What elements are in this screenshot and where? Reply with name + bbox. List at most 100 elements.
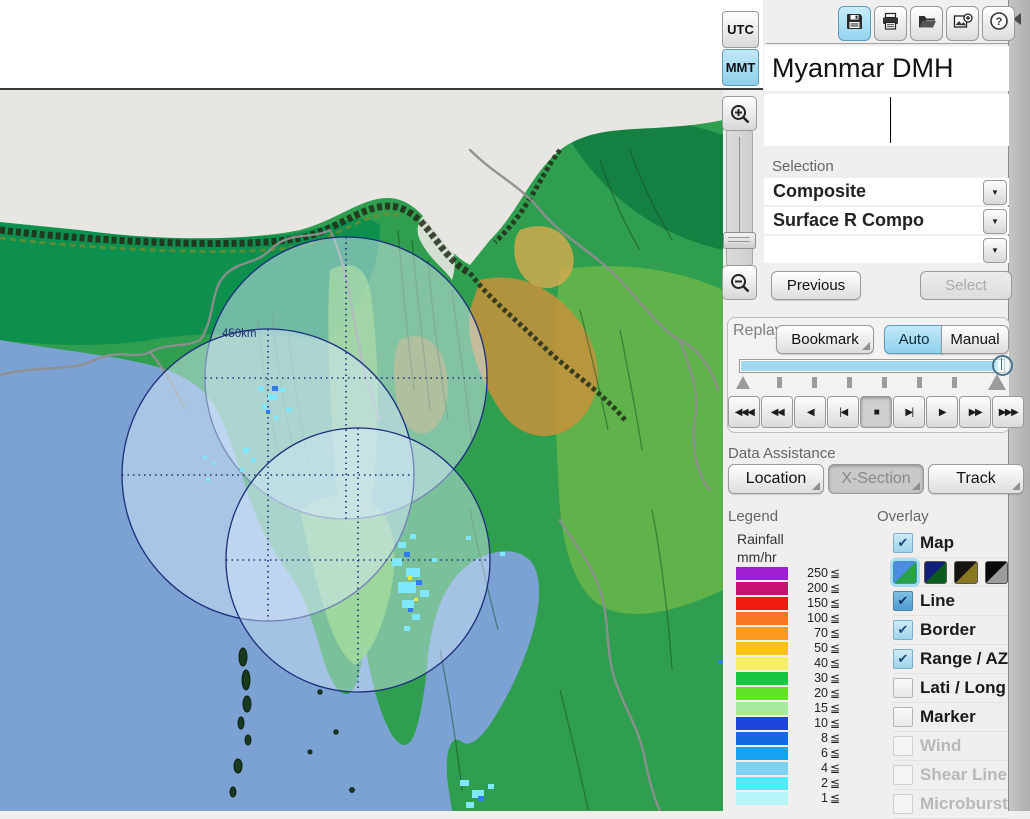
checkbox-checked[interactable]: ✔ [893, 591, 913, 611]
zoom-out-button[interactable] [722, 265, 757, 300]
header [0, 0, 763, 90]
overlay-item-label: Microburst [920, 794, 1008, 813]
svg-text:?: ? [995, 16, 1002, 28]
location-button[interactable]: Location [728, 464, 824, 494]
legend-value: 4 [821, 761, 828, 775]
checkbox[interactable] [893, 765, 913, 785]
zoom-in-button[interactable] [722, 96, 757, 131]
legend-row: 2 ≦ [736, 776, 840, 791]
timezone-mmt-button[interactable]: MMT [722, 49, 759, 86]
range-start-marker[interactable] [736, 376, 750, 389]
selection-dropdown-1[interactable]: Composite ▼ [764, 178, 1009, 205]
legend-color-swatch [736, 597, 788, 610]
auto-button[interactable]: Auto [884, 325, 944, 354]
legend-row: 6 ≦ [736, 746, 840, 761]
stop-button[interactable]: ■ [860, 396, 892, 428]
zoom-out-icon [730, 273, 749, 292]
chevron-down-icon[interactable]: ▼ [983, 180, 1007, 205]
play-backward-button[interactable]: ◀ [794, 396, 826, 428]
slider-tick [882, 377, 887, 388]
less-equal-symbol: ≦ [830, 761, 841, 775]
selection-dropdown-3[interactable]: ▼ [764, 236, 1009, 263]
map-style-blue-green[interactable] [893, 560, 917, 584]
overlay-item-line[interactable]: ✔ Line [893, 587, 1008, 616]
overlay-item-marker[interactable]: Marker [893, 703, 1008, 732]
fast-rewind-button[interactable]: ◀◀ [761, 396, 793, 428]
less-equal-symbol: ≦ [830, 641, 841, 655]
legend-title-unit: mm/hr [737, 549, 777, 565]
chevron-down-icon[interactable]: ▼ [983, 209, 1007, 234]
bookmark-label: Bookmark [791, 331, 859, 348]
timezone-utc-button[interactable]: UTC [722, 11, 759, 48]
replay-slider-track[interactable] [739, 359, 1005, 373]
toolbar: ? [838, 6, 1015, 41]
save-button[interactable] [838, 6, 871, 41]
save-icon [845, 12, 864, 36]
fast-forward-button[interactable]: ▶▶ [959, 396, 991, 428]
print-button[interactable] [874, 6, 907, 41]
less-equal-symbol: ≦ [830, 686, 841, 700]
chevron-down-icon[interactable]: ▼ [983, 238, 1007, 263]
manual-button[interactable]: Manual [941, 325, 1009, 354]
legend-scale: 250 ≦ 200 ≦ 150 ≦ 100 ≦ 70 ≦ 50 ≦ 40 ≦ 30 ≦ 20 ≦ 15 ≦ 10 ≦ 8 ≦ 6… [736, 566, 840, 806]
select-button[interactable]: Select [920, 271, 1012, 300]
checkbox-checked[interactable]: ✔ [893, 533, 913, 553]
skip-to-end-button[interactable]: ▶▶▶ [992, 396, 1024, 428]
radar-map[interactable]: 450km [0, 90, 723, 813]
overlay-item-label: Marker [920, 707, 976, 726]
legend-row: 15 ≦ [736, 701, 840, 716]
add-image-icon [953, 12, 973, 36]
overlay-item-lati-long[interactable]: Lati / Long [893, 674, 1008, 703]
overlay-item-range-az[interactable]: ✔ Range / AZ [893, 645, 1008, 674]
legend-row: 250 ≦ [736, 566, 840, 581]
overlay-item-label: Range / AZ [920, 649, 1009, 668]
overlay-item-wind: Wind [893, 732, 1008, 761]
skip-to-start-button[interactable]: ◀◀◀ [728, 396, 760, 428]
map-style-navy-darkgreen[interactable] [923, 560, 947, 584]
help-button[interactable]: ? [982, 6, 1015, 41]
open-folder-button[interactable] [910, 6, 943, 41]
dropdown-value: Composite [773, 181, 867, 201]
overlay-item-border[interactable]: ✔ Border [893, 616, 1008, 645]
less-equal-symbol: ≦ [830, 776, 841, 790]
legend-row: 100 ≦ [736, 611, 840, 626]
replay-slider-handle[interactable] [992, 355, 1013, 376]
corner-fold-icon [862, 342, 870, 350]
legend-color-swatch [736, 612, 788, 625]
legend-row: 200 ≦ [736, 581, 840, 596]
checkbox-checked[interactable]: ✔ [893, 649, 913, 669]
legend-row: 40 ≦ [736, 656, 840, 671]
checkbox[interactable] [893, 794, 913, 814]
legend-label: Legend [728, 508, 779, 525]
legend-row: 20 ≦ [736, 686, 840, 701]
map-style-black-gray[interactable] [984, 560, 1008, 584]
info-input[interactable] [764, 94, 1009, 146]
zoom-slider-handle[interactable] [723, 232, 756, 249]
station-box: Myanmar DMH [764, 46, 1009, 91]
checkbox[interactable] [893, 678, 913, 698]
dropdown-value: Surface R Compo [773, 210, 925, 230]
less-equal-symbol: ≦ [830, 671, 841, 685]
track-button[interactable]: Track [928, 464, 1024, 494]
x-section-button[interactable]: X-Section [828, 464, 924, 494]
selection-dropdown-2[interactable]: Surface R Compo ▼ [764, 207, 1009, 234]
replay-slider-fill [741, 361, 998, 371]
legend-value: 70 [814, 626, 828, 640]
range-end-marker[interactable] [988, 374, 1006, 390]
legend-row: 1 ≦ [736, 791, 840, 806]
checkbox[interactable] [893, 707, 913, 727]
bookmark-button[interactable]: Bookmark [776, 325, 874, 354]
add-image-button[interactable] [946, 6, 979, 41]
step-backward-button[interactable]: |◀ [827, 396, 859, 428]
play-forward-button[interactable]: ▶ [926, 396, 958, 428]
legend-color-swatch [736, 762, 788, 775]
step-forward-button[interactable]: ▶| [893, 396, 925, 428]
less-equal-symbol: ≦ [830, 611, 841, 625]
legend-value: 10 [814, 716, 828, 730]
play-forward-icon: ▶ [938, 406, 947, 418]
checkbox-checked[interactable]: ✔ [893, 620, 913, 640]
previous-button[interactable]: Previous [771, 271, 861, 300]
overlay-item-map[interactable]: ✔ Map [893, 529, 1008, 558]
map-style-dark-olive[interactable] [954, 560, 978, 584]
checkbox[interactable] [893, 736, 913, 756]
